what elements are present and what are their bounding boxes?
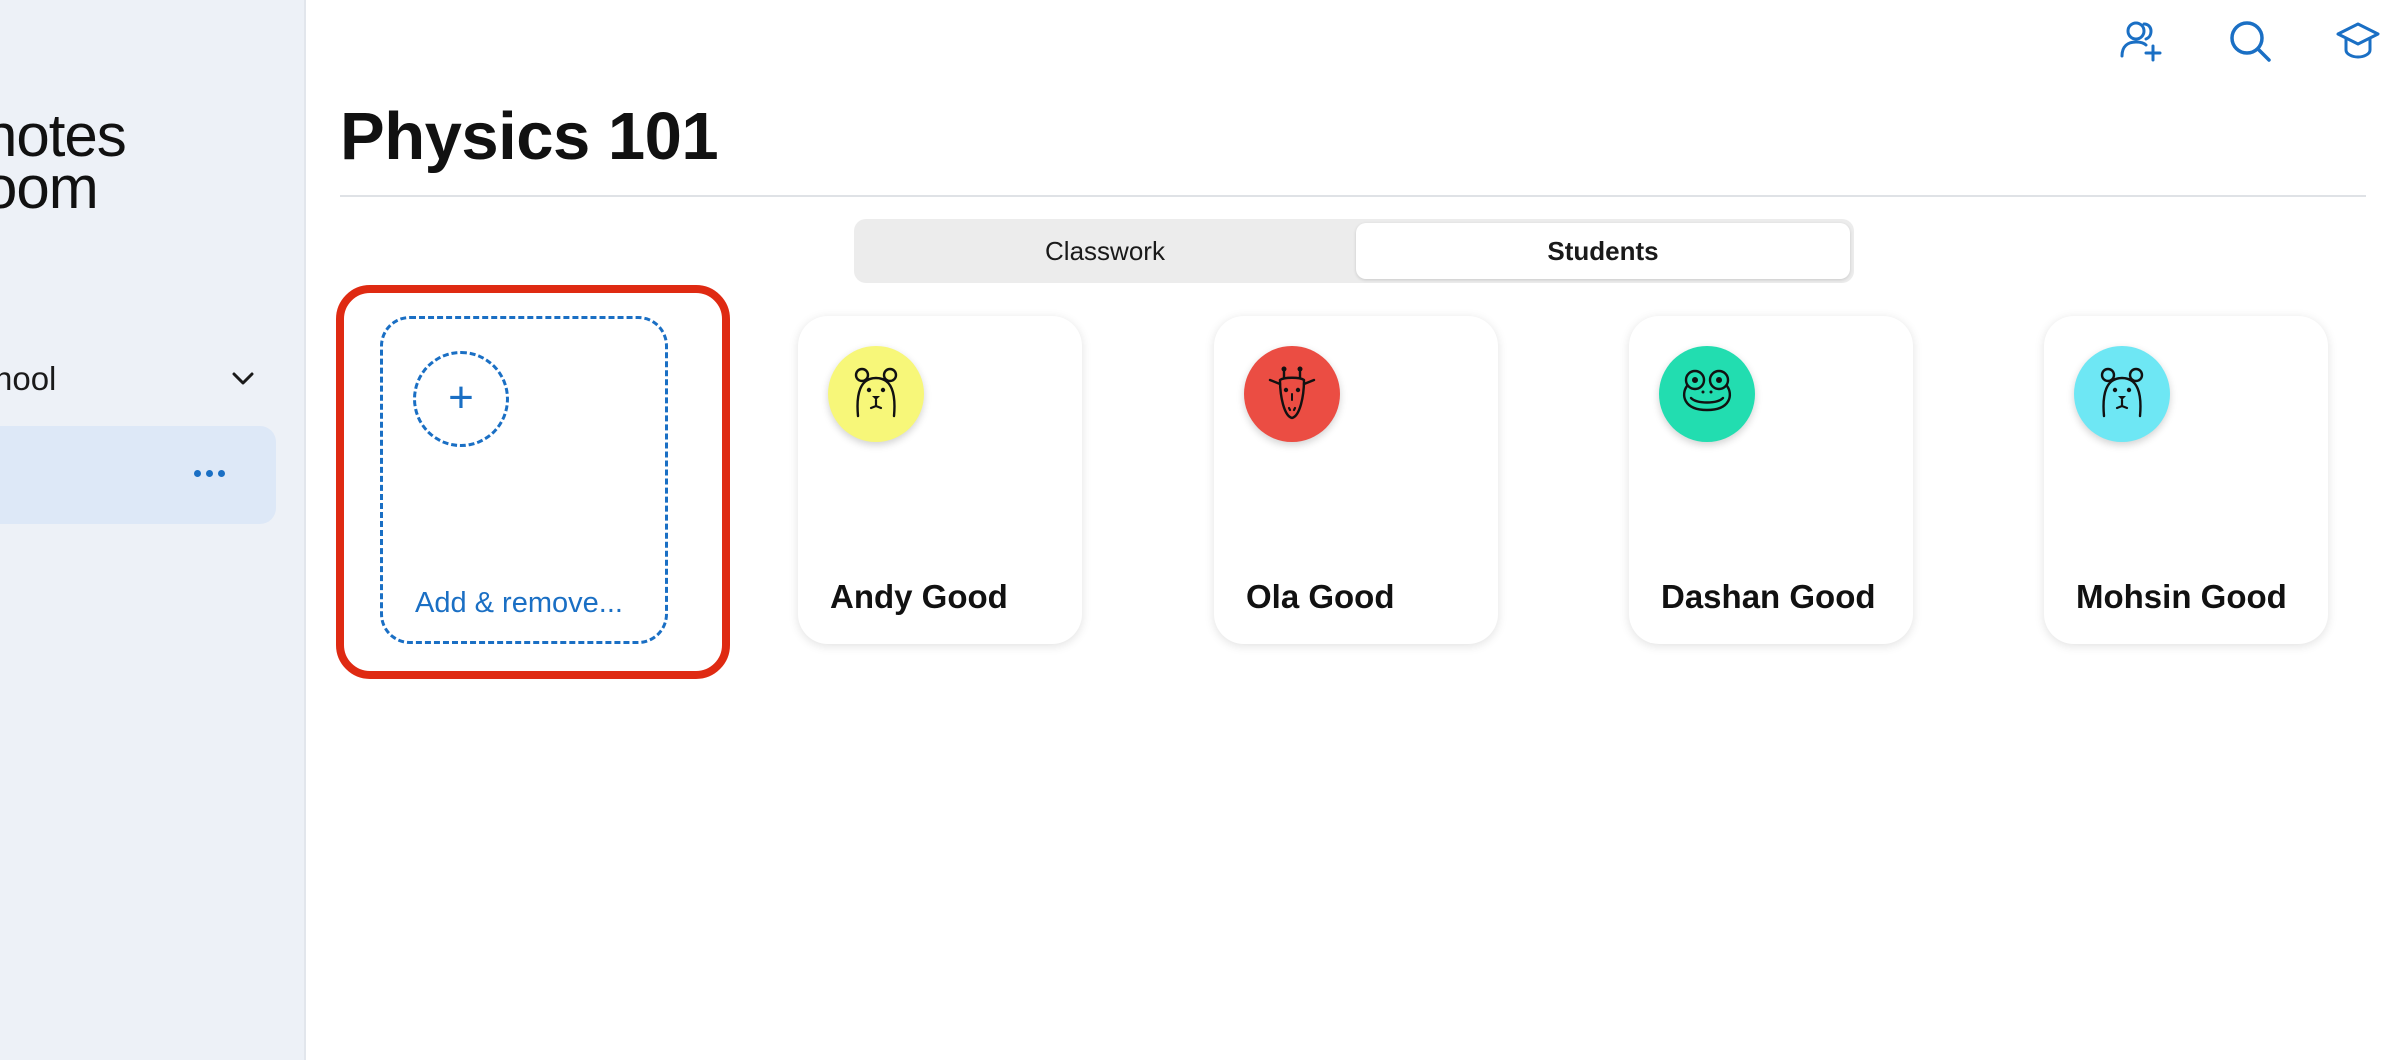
student-name: Andy Good [830,578,1008,615]
add-remove-students-card[interactable]: + Add & remove... [380,316,668,644]
add-remove-label: Add & remove... [415,587,623,619]
search-icon[interactable] [2225,16,2275,66]
brand-line-2: oom [0,154,99,221]
student-name: Dashan Good [1661,578,1876,615]
brand-logo: notes oom [0,106,127,221]
title-divider [340,195,2366,197]
avatar [1659,346,1755,442]
more-options-icon[interactable] [194,470,225,477]
page-title: Physics 101 [340,99,719,174]
sidebar-item-class[interactable] [0,426,276,524]
giraffe-icon [1268,366,1316,420]
frog-icon [1683,369,1731,412]
school-selector[interactable]: hool [0,356,270,402]
bear-icon [854,367,898,418]
chevron-down-icon [232,372,254,385]
plus-icon: + [413,351,509,447]
tab-students[interactable]: Students [1356,223,1850,279]
avatar [828,346,924,442]
student-card[interactable]: Ola Good [1214,316,1498,644]
school-label: hool [0,360,57,397]
student-name: Mohsin Good [2076,578,2287,615]
student-card[interactable]: Dashan Good [1629,316,1913,644]
student-card[interactable]: Mohsin Good [2044,316,2328,644]
graduation-cap-icon[interactable] [2333,16,2383,66]
sidebar: notes oom hool [0,0,306,1060]
avatar [2074,346,2170,442]
bear-icon [2100,367,2144,418]
student-card[interactable]: Andy Good [798,316,1082,644]
add-user-icon[interactable] [2116,16,2166,66]
tab-classwork[interactable]: Classwork [858,223,1352,279]
avatar [1244,346,1340,442]
view-tabs: Classwork Students [854,219,1854,283]
student-name: Ola Good [1246,578,1395,615]
